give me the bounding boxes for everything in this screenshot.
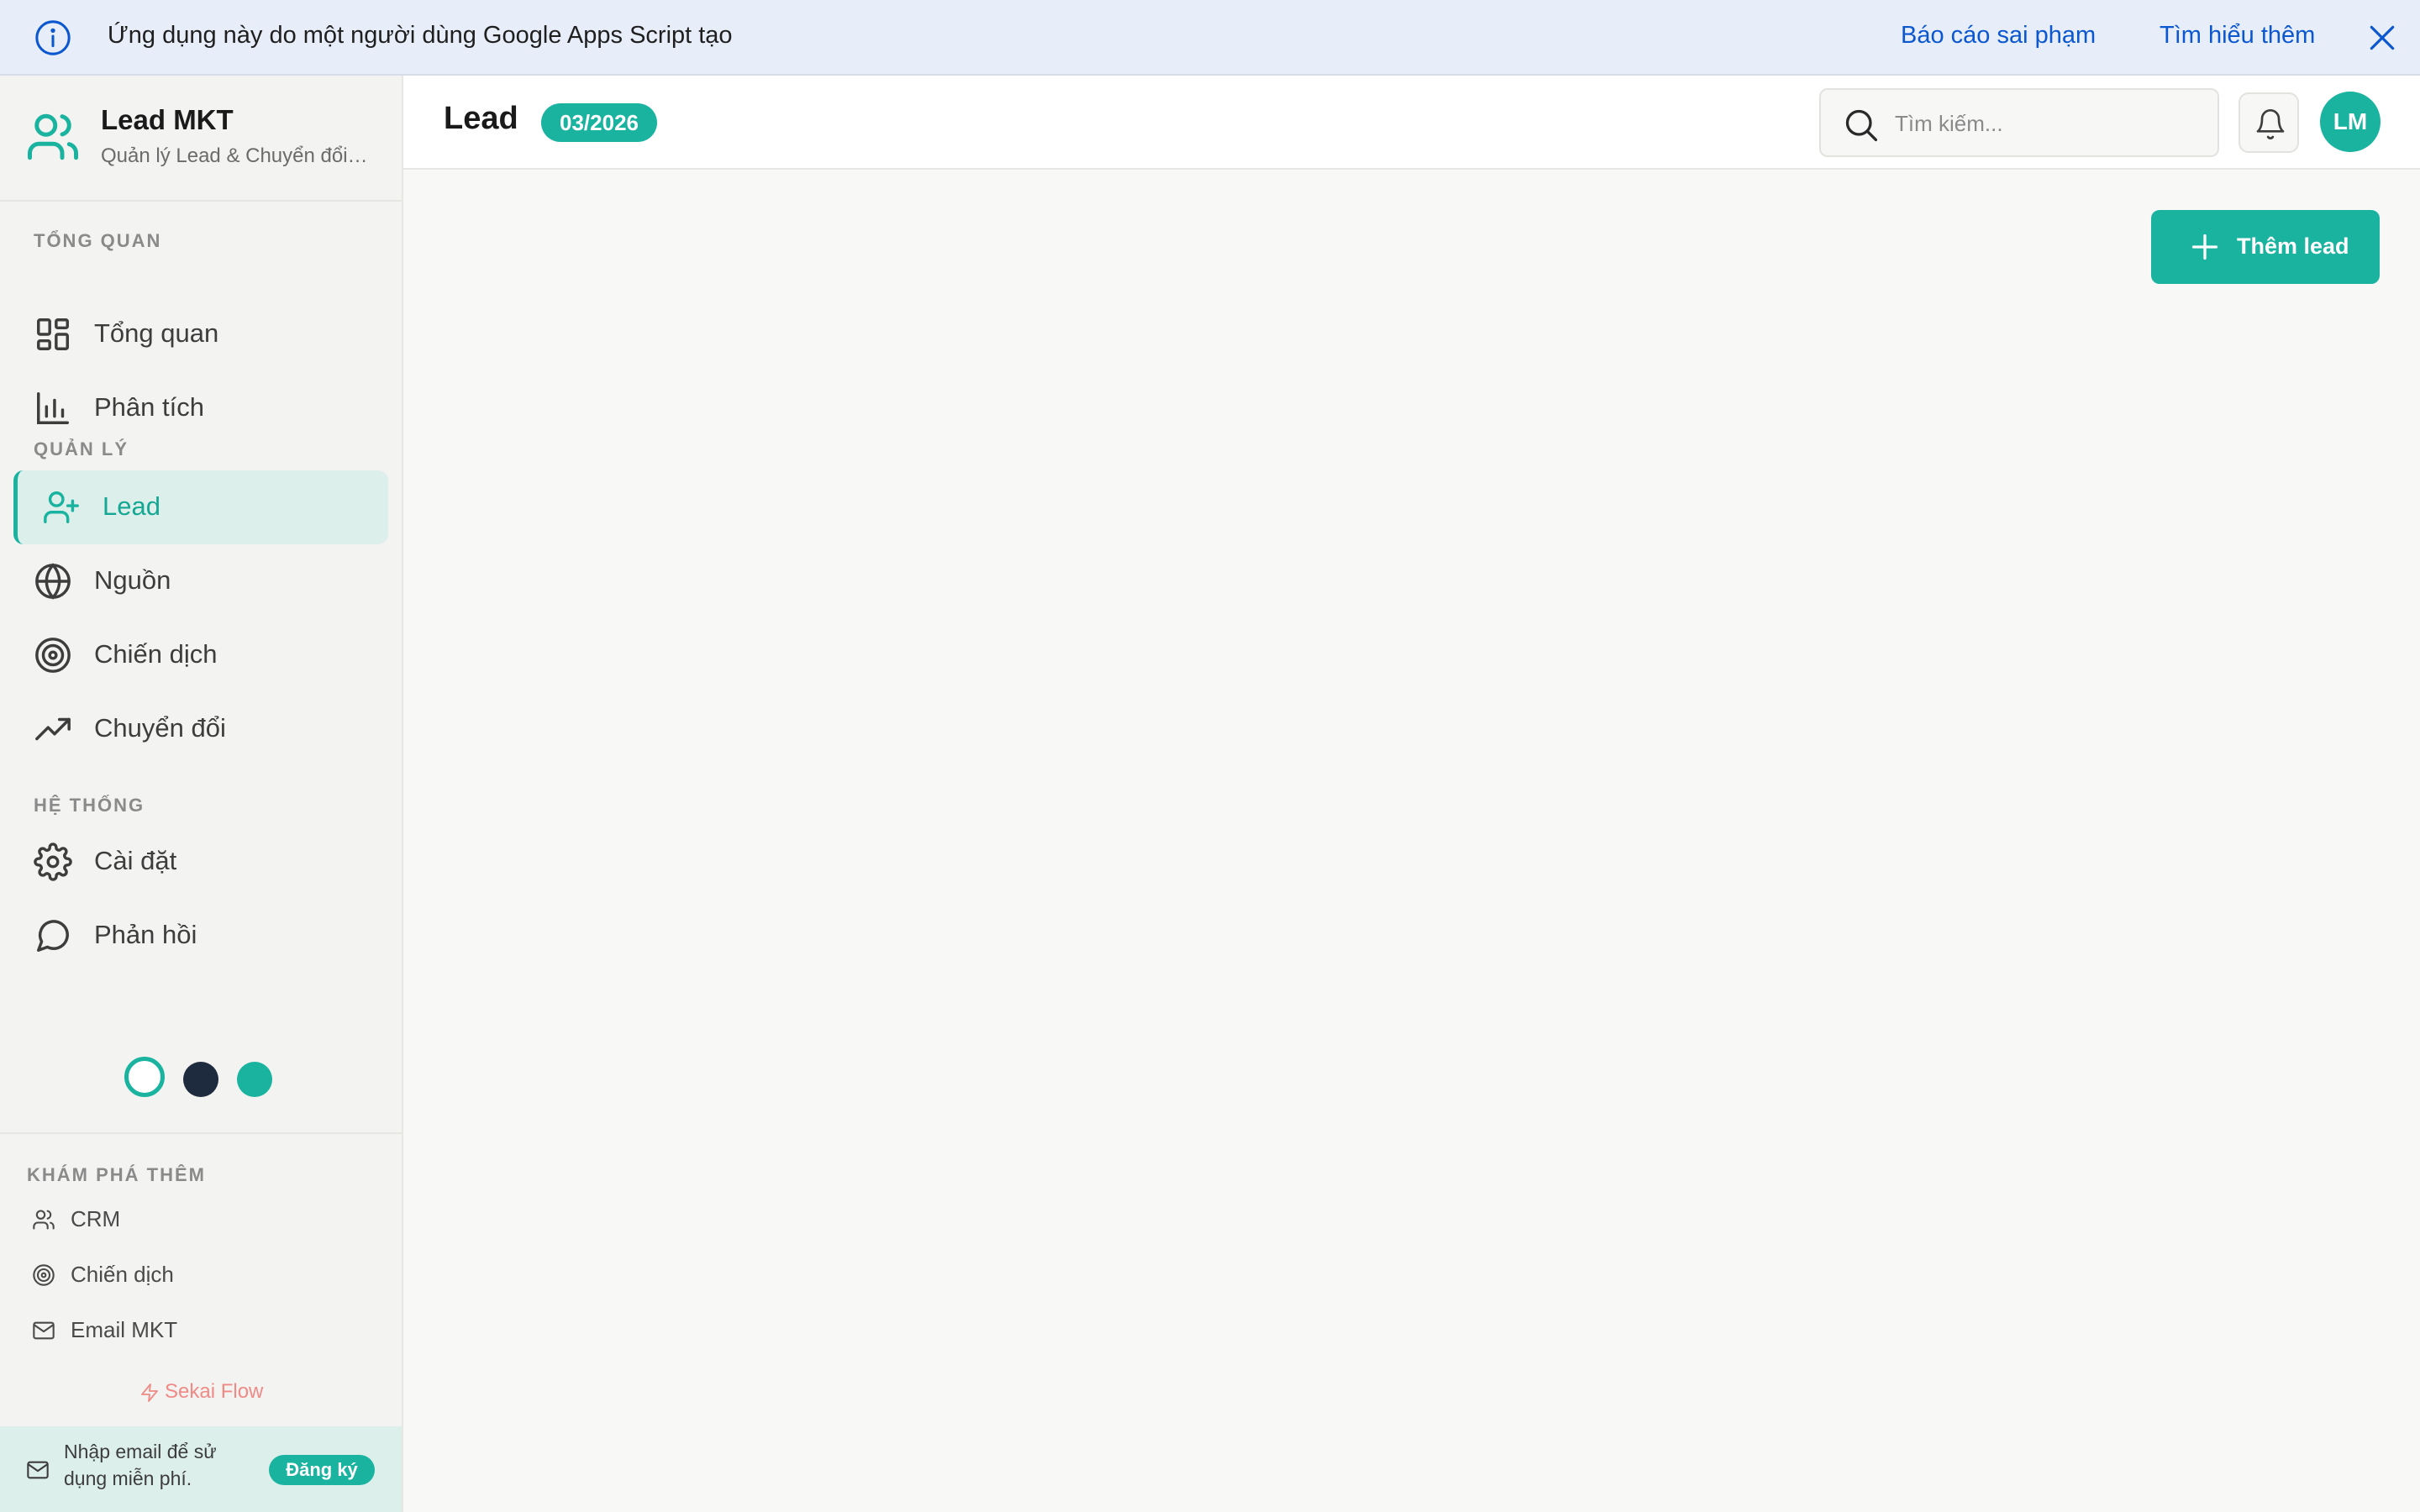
user-plus-icon [44,491,79,523]
explore-item-campaigns[interactable]: Chiến dịch [27,1253,363,1295]
page-title: Lead [444,101,518,136]
explore-item-email[interactable]: Email MKT [27,1309,363,1351]
explore-item-label: CRM [71,1206,121,1231]
users-icon [28,113,78,160]
section-label-overview: TỔNG QUAN [34,230,162,251]
sidebar-item-label: Phản hồi [94,920,197,949]
explore-label: KHÁM PHÁ THÊM [27,1164,206,1185]
powered-by-label: Sekai Flow [165,1380,264,1403]
sidebar-item-settings[interactable]: Cài đặt [13,825,388,899]
theme-dark-option[interactable] [183,1062,218,1097]
add-lead-button[interactable]: Thêm lead [2151,210,2380,284]
target-icon [35,638,71,673]
globe-icon [35,563,71,600]
app-title: Lead MKT [101,104,234,135]
explore-more: KHÁM PHÁ THÊM CRM Chiến dịch Email MKT [0,1132,402,1342]
theme-light-option[interactable] [124,1057,165,1097]
explore-item-crm[interactable]: CRM [27,1198,363,1240]
trending-up-icon [35,717,71,741]
period-badge[interactable]: 03/2026 [541,103,657,142]
explore-item-label: Email MKT [71,1317,178,1342]
section-label-management: QUẢN LÝ [34,438,129,459]
top-bar: Lead 03/2026 LM [403,76,2420,170]
bell-icon [2256,109,2285,139]
sidebar-item-label: Tổng quan [94,318,219,348]
dashboard-icon [37,318,69,350]
mail-icon [33,1321,55,1340]
plus-icon [2191,234,2218,260]
theme-teal-option[interactable] [237,1062,272,1097]
sidebar-item-campaigns[interactable]: Chiến dịch [13,618,388,692]
explore-item-label: Chiến dịch [71,1262,174,1287]
banner-message: Ứng dụng này do một người dùng Google Ap… [108,22,733,49]
users-icon [33,1210,55,1230]
close-icon[interactable] [2366,22,2398,54]
sidebar-item-label: Chuyển đổi [94,713,226,743]
signup-button[interactable]: Đăng ký [269,1455,375,1485]
target-icon [33,1264,55,1286]
report-abuse-link[interactable]: Báo cáo sai phạm [1901,22,2096,50]
search-box[interactable] [1819,88,2219,157]
main-content: Thêm lead [403,171,2420,1512]
signup-panel: Nhập email để sử dụng miễn phí. Đăng ký [0,1426,402,1512]
sidebar-item-label: Phân tích [94,392,204,422]
sidebar-item-label: Chiến dịch [94,639,218,669]
message-circle-icon [37,920,69,952]
learn-more-link[interactable]: Tìm hiểu thêm [2160,22,2315,50]
sidebar-item-sources[interactable]: Nguồn [13,544,388,618]
avatar[interactable]: LM [2320,92,2381,152]
sidebar: Lead MKT Quản lý Lead & Chuyển đổi Marke… [0,76,403,1512]
sidebar-item-analytics[interactable]: Phân tích [13,371,388,445]
mail-icon [27,1461,49,1479]
sidebar-item-conversions[interactable]: Chuyển đổi [13,692,388,766]
add-lead-label: Thêm lead [2237,234,2349,259]
search-icon [1845,109,1878,142]
brand-header: Lead MKT Quản lý Lead & Chuyển đổi Marke… [0,76,402,202]
gear-icon [34,843,72,881]
apps-script-banner: Ứng dụng này do một người dùng Google Ap… [0,0,2420,76]
sidebar-item-feedback[interactable]: Phản hồi [13,899,388,973]
zap-icon [141,1383,158,1402]
bar-chart-icon [37,392,69,424]
info-icon [35,20,71,55]
search-input[interactable] [1895,103,2206,144]
signup-text: Nhập email để sử dụng miễn phí. [64,1441,217,1489]
sidebar-item-overview[interactable]: Tổng quan [13,297,388,371]
sidebar-item-label: Lead [103,491,160,521]
app-subtitle: Quản lý Lead & Chuyển đổi Marketing [101,144,370,167]
sidebar-item-label: Nguồn [94,565,171,595]
section-label-system: HỆ THỐNG [34,795,145,816]
sidebar-item-lead[interactable]: Lead [13,470,388,544]
sidebar-item-label: Cài đặt [94,846,177,875]
notifications-button[interactable] [2238,92,2299,153]
